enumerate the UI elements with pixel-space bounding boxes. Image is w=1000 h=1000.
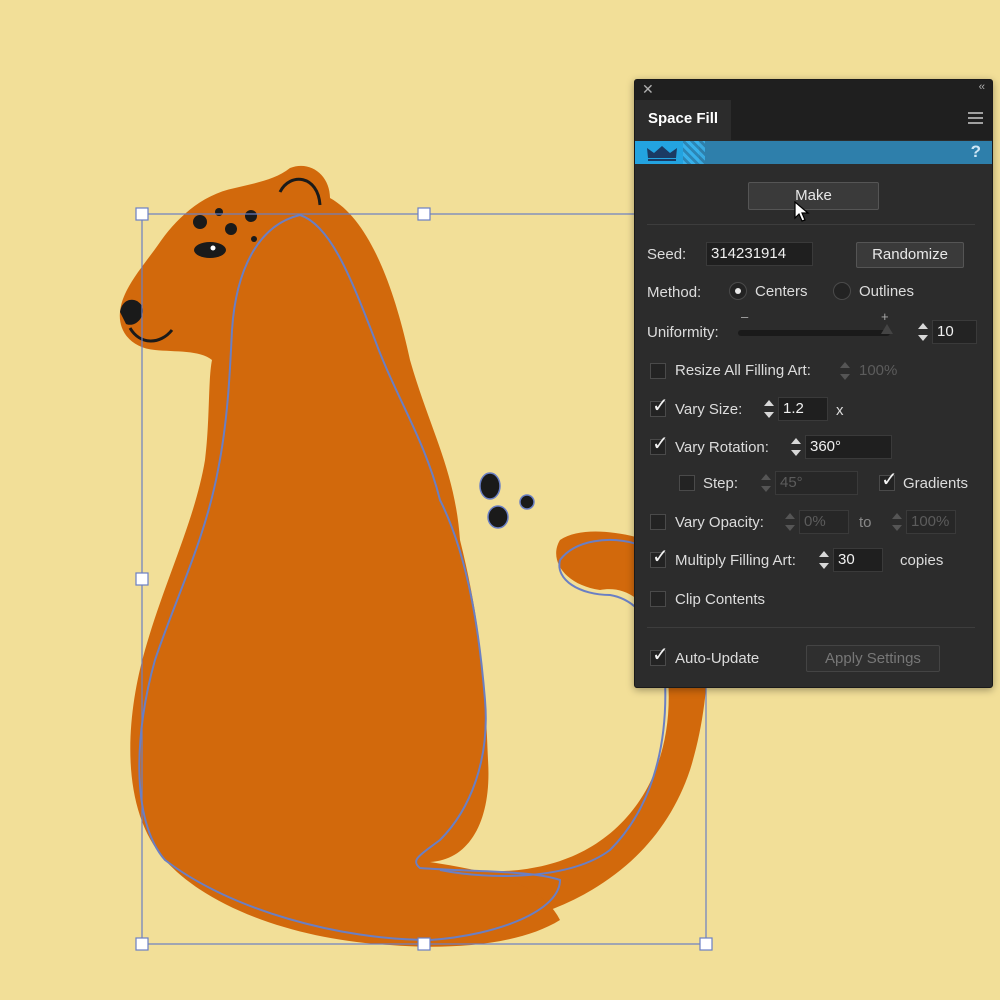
tab-title: Space Fill (648, 110, 719, 127)
vary-opacity-checkbox[interactable] (650, 514, 666, 530)
checkmark-icon: ✓ (652, 644, 669, 666)
close-icon[interactable]: ✕ (642, 81, 654, 98)
head-spot (245, 210, 257, 222)
panel-title-bar[interactable]: ✕ ‹‹ (635, 80, 992, 100)
selection-handle[interactable] (417, 207, 431, 221)
space-fill-panel: ✕ ‹‹ Space Fill ? Make Seed: 314231914 R… (634, 79, 993, 688)
multiply-input[interactable]: 30 (833, 548, 883, 572)
vary-size-unit: x (836, 402, 844, 419)
uniformity-label: Uniformity: (647, 324, 719, 341)
auto-update-checkbox[interactable]: ✓ (650, 645, 669, 666)
filling-art-spot[interactable] (519, 494, 535, 510)
step-label: Step: (703, 475, 739, 492)
uniformity-input[interactable]: 10 (932, 320, 977, 344)
crown-icon (647, 146, 677, 161)
opacity-from-stepper (782, 510, 796, 534)
selection-handle[interactable] (417, 937, 431, 951)
help-icon[interactable]: ? (971, 142, 981, 162)
multiply-checkbox[interactable]: ✓ (650, 547, 669, 568)
brand-bar: ? (635, 141, 992, 164)
double-chevron-icon[interactable]: ‹‹ (979, 81, 985, 93)
cat-eye-highlight (210, 245, 216, 251)
resize-all-input: 100% (859, 362, 898, 379)
brand-pattern (683, 141, 705, 164)
selection-handle[interactable] (135, 207, 149, 221)
vary-size-input[interactable]: 1.2 (778, 397, 828, 421)
vary-rotation-label: Vary Rotation: (675, 439, 769, 456)
uniformity-min-symbol: – (741, 309, 749, 324)
arrow-cursor-icon (794, 201, 810, 222)
randomize-button[interactable]: Randomize (856, 242, 964, 268)
gradients-checkbox[interactable]: ✓ (879, 470, 898, 491)
tab-space-fill[interactable]: Space Fill (635, 100, 732, 140)
cat-body[interactable] (119, 165, 561, 947)
selection-handle[interactable] (135, 937, 149, 951)
opacity-to-input: 100% (906, 510, 956, 534)
make-button[interactable]: Make (748, 182, 879, 210)
vary-size-checkbox[interactable]: ✓ (650, 396, 669, 417)
selection-handle[interactable] (699, 937, 713, 951)
separator (647, 224, 975, 225)
hamburger-menu-icon[interactable] (968, 112, 983, 127)
method-label: Method: (647, 284, 702, 301)
step-checkbox[interactable] (679, 475, 695, 491)
method-outlines-radio[interactable] (833, 282, 851, 300)
checkmark-icon: ✓ (652, 546, 669, 568)
cat-eye (194, 242, 226, 258)
resize-all-checkbox[interactable] (650, 363, 666, 379)
checkmark-icon: ✓ (652, 395, 669, 417)
auto-update-label: Auto-Update (675, 650, 760, 667)
filling-art-spot[interactable] (487, 505, 509, 529)
vary-opacity-label: Vary Opacity: (675, 514, 764, 531)
separator (647, 627, 975, 628)
opacity-to-label: to (859, 514, 872, 531)
clip-contents-label: Clip Contents (675, 591, 766, 608)
head-spot (225, 223, 237, 235)
clip-contents-checkbox[interactable] (650, 591, 666, 607)
selection-handle[interactable] (135, 572, 149, 586)
checkmark-icon: ✓ (881, 469, 898, 491)
method-centers-radio[interactable] (729, 282, 747, 300)
opacity-to-stepper (889, 510, 903, 534)
randomize-label: Randomize (872, 246, 948, 263)
resize-all-label: Resize All Filling Art: (675, 362, 811, 379)
apply-settings-button: Apply Settings (806, 645, 940, 672)
gradients-label: Gradients (903, 475, 969, 492)
vary-rotation-stepper[interactable] (788, 435, 802, 459)
uniformity-max-symbol: + (881, 309, 889, 324)
step-stepper (758, 471, 772, 495)
step-input: 45° (775, 471, 858, 495)
multiply-stepper[interactable] (816, 548, 830, 572)
vary-size-label: Vary Size: (675, 401, 743, 418)
seed-input[interactable]: 314231914 (706, 242, 813, 266)
seed-label: Seed: (647, 246, 687, 263)
radio-selected-dot (735, 288, 741, 294)
vary-rotation-checkbox[interactable]: ✓ (650, 434, 669, 455)
vary-size-stepper[interactable] (761, 397, 775, 421)
multiply-unit: copies (900, 552, 944, 569)
apply-settings-label: Apply Settings (825, 650, 921, 667)
multiply-label: Multiply Filling Art: (675, 552, 796, 569)
panel-tab-bar: Space Fill (635, 100, 992, 140)
method-centers-label[interactable]: Centers (755, 283, 808, 300)
head-spot (193, 215, 207, 229)
filling-art-spot[interactable] (479, 472, 501, 500)
resize-all-stepper (837, 359, 851, 383)
vary-rotation-input[interactable]: 360° (805, 435, 892, 459)
method-outlines-label[interactable]: Outlines (859, 283, 914, 300)
checkmark-icon: ✓ (652, 433, 669, 455)
uniformity-stepper[interactable] (915, 320, 929, 344)
opacity-from-input: 0% (799, 510, 849, 534)
head-spot (251, 236, 257, 242)
uniformity-slider-track[interactable] (738, 330, 890, 336)
head-spot (215, 208, 223, 216)
uniformity-slider-thumb[interactable] (880, 324, 893, 334)
